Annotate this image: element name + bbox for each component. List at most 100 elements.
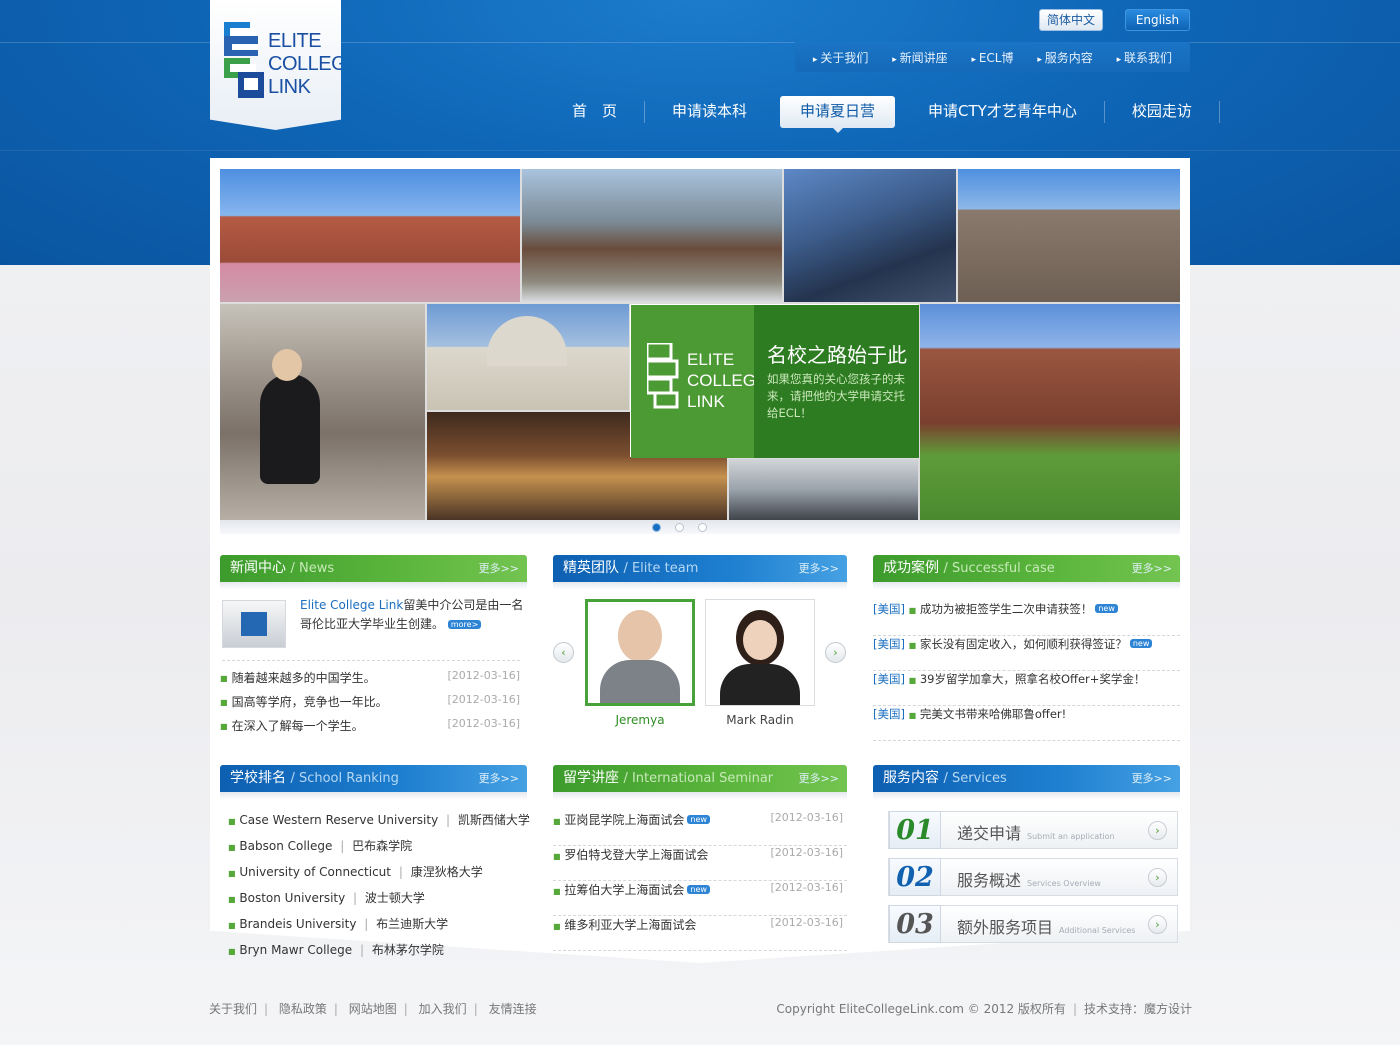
case-item[interactable]: [美国] ■ 完美文书带来哈佛耶鲁offer! (873, 706, 1180, 741)
footer-link-about[interactable]: 关于我们 (209, 1002, 257, 1016)
footer-copyright: Copyright EliteCollegeLink.com © 2012 版权… (776, 1000, 1192, 1017)
hero-banner[interactable]: ELITE COLLEGE LINK 名校之路始于此 如果您真的关心您孩子的未来… (220, 169, 1180, 520)
cases-more-link[interactable]: 更多>> (1132, 555, 1172, 582)
team-more-link[interactable]: 更多>> (799, 555, 839, 582)
lang-chinese-button[interactable]: 简体中文 (1039, 9, 1103, 31)
footer-divider: | (333, 1002, 338, 1016)
news-item-text: 随着越来越多的中国学生。 (231, 671, 376, 685)
service-title: 服务概述 Services Overview (957, 867, 1101, 891)
news-thumbnail[interactable] (222, 600, 286, 648)
case-item-text: 家长没有固定收入，如何顺利获得签证？ (919, 637, 1127, 651)
news-item[interactable]: ■ 随着越来越多的中国学生。 [2012-03-16] (220, 669, 520, 686)
news-more-badge[interactable]: more> (447, 620, 482, 629)
ranking-item-en: Boston University (239, 891, 346, 905)
team-member-photo (743, 620, 777, 660)
bullet-icon: ■ (228, 947, 236, 956)
ranking-item[interactable]: ■ University of Connecticut | 康涅狄格大学 (228, 860, 528, 886)
team-member-card[interactable] (705, 599, 815, 706)
subnav-about[interactable]: 关于我们 (813, 49, 868, 66)
team-member-card[interactable] (585, 599, 695, 706)
site-logo[interactable]: ELITE COLLEGE LINK (210, 0, 341, 130)
ranking-item[interactable]: ■ Case Western Reserve University | 凯斯西储… (228, 808, 530, 834)
news-title: 新闻中心 (230, 560, 286, 576)
news-more-link[interactable]: 更多>> (479, 555, 519, 582)
case-item[interactable]: [美国] ■ 39岁留学加拿大，照拿名校Offer+奖学金！ (873, 671, 1180, 706)
subnav-blog[interactable]: ECL博 (971, 49, 1014, 66)
case-item-tag: [美国] (873, 602, 905, 616)
team-next-button[interactable]: › (825, 642, 846, 663)
team-member-name[interactable]: Jeremya (585, 713, 695, 727)
news-title-en: / News (290, 561, 335, 576)
nav-summer-camp[interactable]: 申请夏日营 (780, 96, 896, 133)
slider-dot-1[interactable] (652, 523, 661, 532)
subnav-news[interactable]: 新闻讲座 (892, 49, 948, 66)
ranking-item-en: University of Connecticut (239, 865, 391, 879)
seminar-item[interactable]: ■ 拉筹伯大学上海面试会 new [2012-03-16] (553, 881, 847, 916)
service-title-en: Submit an application (1027, 832, 1115, 841)
seminar-item[interactable]: ■ 维多利亚大学上海面试会 [2012-03-16] (553, 916, 847, 951)
cases-panel-header: 成功案例 / Successful case 更多>> (873, 555, 1180, 582)
service-number: 03 (889, 905, 941, 943)
bullet-icon: ■ (228, 843, 236, 852)
chevron-right-icon[interactable]: › (1148, 868, 1167, 887)
footer-link-sitemap[interactable]: 网站地图 (349, 1002, 397, 1016)
team-member-name[interactable]: Mark Radin (705, 713, 815, 727)
subnav-services[interactable]: 服务内容 (1037, 49, 1093, 66)
nav-home[interactable]: 首 页 (545, 96, 644, 128)
case-item[interactable]: [美国] ■ 成功为被拒签学生二次申请获签！ new (873, 601, 1180, 636)
footer-divider: | (1072, 1002, 1077, 1016)
subnav-contact[interactable]: 联系我们 (1117, 49, 1172, 66)
case-item-tag: [美国] (873, 637, 905, 651)
cases-panel: 成功案例 / Successful case 更多>> [美国] ■ 成功为被拒… (873, 555, 1180, 741)
news-featured-link[interactable]: Elite College Link (300, 598, 403, 612)
seminar-more-link[interactable]: 更多>> (799, 765, 839, 792)
seminar-item-date: [2012-03-16] (770, 811, 843, 824)
new-badge: new (687, 885, 710, 894)
team-prev-button[interactable]: ‹ (553, 642, 574, 663)
footer-link-friends[interactable]: 友情连接 (489, 1002, 537, 1016)
service-overview[interactable]: 02 服务概述 Services Overview › (888, 858, 1178, 896)
bullet-icon: ■ (908, 676, 917, 685)
chevron-right-icon[interactable]: › (1148, 821, 1167, 840)
nav-undergrad[interactable]: 申请读本科 (645, 96, 774, 128)
seminar-item[interactable]: ■ 亚岗昆学院上海面试会 new [2012-03-16] (553, 811, 847, 846)
service-title-cn: 服务概述 (957, 871, 1022, 890)
ranking-item[interactable]: ■ Bryn Mawr College | 布林茅尔学院 (228, 938, 528, 964)
service-title-cn: 额外服务项目 (957, 918, 1054, 937)
footer-link-join[interactable]: 加入我们 (419, 1002, 467, 1016)
cases-title: 成功案例 (883, 560, 939, 576)
nav-campus-visit[interactable]: 校园走访 (1105, 96, 1219, 128)
slider-dot-2[interactable] (675, 523, 684, 532)
lang-english-button[interactable]: English (1125, 9, 1190, 31)
nav-divider (1218, 101, 1220, 123)
news-item[interactable]: ■ 在深入了解每一个学生。 [2012-03-16] (220, 717, 520, 734)
service-number: 02 (889, 858, 941, 896)
seminar-item-date: [2012-03-16] (770, 916, 843, 929)
case-item[interactable]: [美国] ■ 家长没有固定收入，如何顺利获得签证？ new (873, 636, 1180, 671)
news-item[interactable]: ■ 国高等学府，竞争也一年比。 [2012-03-16] (220, 693, 520, 710)
campus-photo-dome-building (427, 304, 629, 410)
services-more-link[interactable]: 更多>> (1132, 765, 1172, 792)
slider-dot-3[interactable] (698, 523, 707, 532)
ranking-item[interactable]: ■ Babson College | 巴布森学院 (228, 834, 528, 860)
nav-cty[interactable]: 申请CTY才艺青年中心 (901, 96, 1104, 128)
bullet-icon: ■ (220, 722, 228, 731)
bullet-icon: ■ (220, 674, 228, 683)
team-panel: 精英团队 / Elite team 更多>> ‹ Jeremya Mark Ra… (553, 555, 847, 745)
news-divider (222, 660, 520, 661)
chevron-right-icon[interactable]: › (1148, 915, 1167, 934)
footer-links: 关于我们 | 隐私政策 | 网站地图 | 加入我们 | 友情连接 (209, 1000, 537, 1017)
team-member-photo (618, 610, 662, 662)
news-item-date: [2012-03-16] (447, 693, 520, 706)
service-additional[interactable]: 03 额外服务项目 Additional Services › (888, 905, 1178, 943)
service-submit-application[interactable]: 01 递交申请 Submit an application › (888, 811, 1178, 849)
seminar-item[interactable]: ■ 罗伯特戈登大学上海面试会 [2012-03-16] (553, 846, 847, 881)
bullet-icon: ■ (908, 711, 917, 720)
ranking-more-link[interactable]: 更多>> (479, 765, 519, 792)
ranking-item[interactable]: ■ Boston University | 波士顿大学 (228, 886, 528, 912)
bullet-icon: ■ (228, 869, 236, 878)
ranking-list: ■ Case Western Reserve University | 凯斯西储… (228, 808, 530, 964)
ranking-item[interactable]: ■ Brandeis University | 布兰迪斯大学 (228, 912, 528, 938)
team-title: 精英团队 (563, 560, 619, 576)
footer-link-privacy[interactable]: 隐私政策 (279, 1002, 327, 1016)
